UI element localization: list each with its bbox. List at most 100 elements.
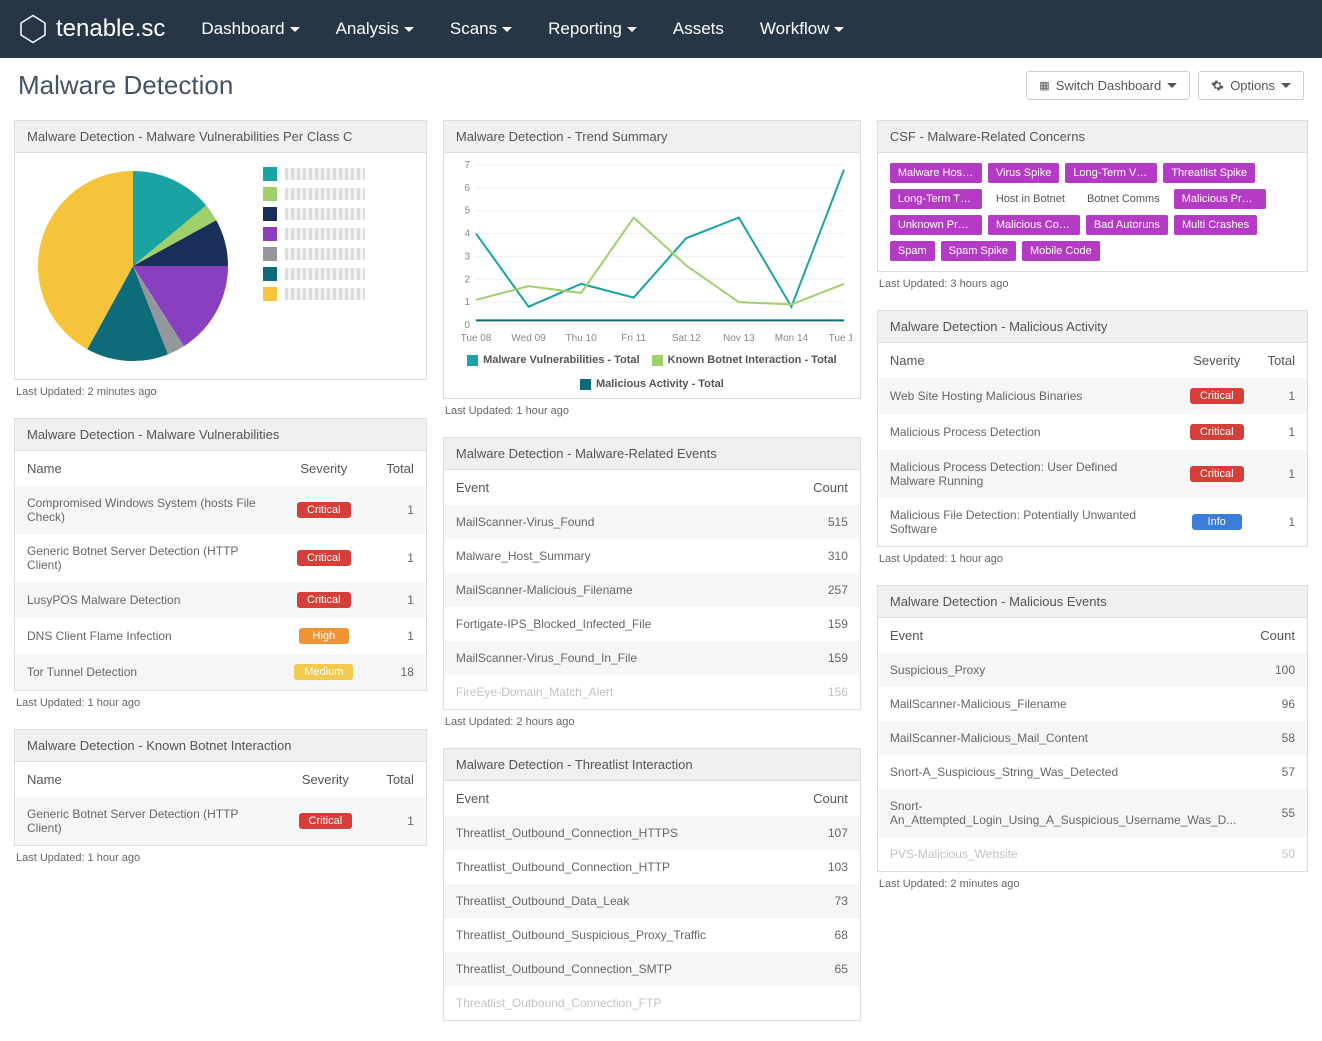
legend-item[interactable] (263, 267, 365, 281)
csf-matrix: Malware Host Summary Virus Spike Long-Term… (878, 153, 1307, 271)
chevron-down-icon (404, 27, 414, 32)
table-row[interactable]: FireEye-Domain_Match_Alert156 (444, 675, 860, 709)
trend-line-chart[interactable]: 01234567Tue 08Wed 09Thu 10Fri 11Sat 12No… (452, 157, 852, 347)
table-row[interactable]: PVS-Malicious_Website50 (878, 837, 1307, 871)
last-updated: Last Updated: 2 minutes ago (14, 380, 427, 402)
csf-cell[interactable]: Bad Autoruns (1086, 215, 1168, 235)
severity-badge: Critical (297, 502, 351, 518)
table-row[interactable]: Malicious File Detection: Potentially Un… (878, 498, 1307, 546)
severity-badge: Critical (1190, 388, 1244, 404)
vulnerabilities-table: NameSeverityTotalCompromised Windows Sys… (15, 451, 426, 690)
table-row[interactable]: MailScanner-Virus_Found515 (444, 505, 860, 539)
table-row[interactable]: MailScanner-Malicious_Filename96 (878, 687, 1307, 721)
panel-trend: Malware Detection - Trend Summary 012345… (443, 120, 861, 399)
last-updated: Last Updated: 2 minutes ago (877, 872, 1308, 894)
chevron-down-icon (1281, 83, 1291, 88)
table-row[interactable]: Snort-An_Attempted_Login_Using_A_Suspici… (878, 789, 1307, 837)
table-row[interactable]: MailScanner-Virus_Found_In_File159 (444, 641, 860, 675)
table-row[interactable]: Malware_Host_Summary310 (444, 539, 860, 573)
nav-assets[interactable]: Assets (673, 19, 724, 39)
csf-cell[interactable]: Long-Term Threatlist (890, 189, 982, 209)
pie-legend (263, 161, 365, 301)
trend-legend: Malware Vulnerabilities - Total Known Bot… (452, 354, 852, 390)
panel-malicious-events: Malware Detection - Malicious Events Eve… (877, 585, 1308, 872)
panel-title: Malware Detection - Trend Summary (444, 121, 860, 153)
nav-workflow[interactable]: Workflow (760, 19, 845, 39)
table-row[interactable]: Malicious Process Detection: User Define… (878, 450, 1307, 498)
table-row[interactable]: LusyPOS Malware DetectionCritical1 (15, 582, 426, 618)
last-updated: Last Updated: 1 hour ago (14, 691, 427, 713)
table-row[interactable]: MailScanner-Malicious_Filename257 (444, 573, 860, 607)
last-updated: Last Updated: 1 hour ago (443, 399, 861, 421)
table-row[interactable]: Generic Botnet Server Detection (HTTP Cl… (15, 534, 426, 582)
table-row[interactable]: Threatlist_Outbound_Connection_SMTP65 (444, 952, 860, 986)
switch-dashboard-button[interactable]: ▦ Switch Dashboard (1026, 71, 1190, 100)
brand-logo[interactable]: tenable.sc (18, 14, 165, 44)
csf-cell[interactable]: Spam (890, 241, 935, 261)
panel-botnet: Malware Detection - Known Botnet Interac… (14, 729, 427, 846)
last-updated: Last Updated: 3 hours ago (877, 272, 1308, 294)
legend-item[interactable] (263, 187, 365, 201)
csf-cell[interactable]: Threatlist Spike (1163, 163, 1255, 183)
severity-badge: Critical (297, 550, 351, 566)
panel-title: Malware Detection - Known Botnet Interac… (15, 730, 426, 762)
table-row[interactable]: Threatlist_Outbound_Data_Leak73 (444, 884, 860, 918)
panel-activity: Malware Detection - Malicious Activity N… (877, 310, 1308, 547)
csf-cell[interactable]: Multi Crashes (1174, 215, 1257, 235)
last-updated: Last Updated: 1 hour ago (14, 846, 427, 868)
legend-item[interactable]: Known Botnet Interaction - Total (652, 354, 837, 366)
table-row[interactable]: Suspicious_Proxy100 (878, 653, 1307, 687)
legend-item[interactable] (263, 247, 365, 261)
dashboard-grid: Malware Detection - Malware Vulnerabilit… (0, 120, 1322, 1041)
legend-item[interactable] (263, 287, 365, 301)
csf-cell[interactable]: Long-Term Virus (1065, 163, 1157, 183)
csf-cell[interactable]: Malicious Content (988, 215, 1080, 235)
table-row[interactable]: Fortigate-IPS_Blocked_Infected_File159 (444, 607, 860, 641)
table-row[interactable]: DNS Client Flame InfectionHigh1 (15, 618, 426, 654)
severity-badge: High (299, 628, 349, 644)
panel-title: Malware Detection - Malicious Events (878, 586, 1307, 618)
csf-cell[interactable]: Mobile Code (1022, 241, 1100, 261)
legend-item[interactable] (263, 167, 365, 181)
panel-title: CSF - Malware-Related Concerns (878, 121, 1307, 153)
table-row[interactable]: Threatlist_Outbound_Connection_HTTP103 (444, 850, 860, 884)
nav-scans[interactable]: Scans (450, 19, 512, 39)
legend-item[interactable] (263, 207, 365, 221)
table-row[interactable]: Threatlist_Outbound_Connection_FTP (444, 986, 860, 1020)
csf-cell[interactable]: Malware Host Summary (890, 163, 982, 183)
csf-cell[interactable]: Host in Botnet (988, 189, 1073, 209)
last-updated: Last Updated: 1 hour ago (877, 547, 1308, 569)
csf-cell[interactable]: Spam Spike (941, 241, 1016, 261)
svg-text:2: 2 (464, 274, 470, 285)
table-row[interactable]: Compromised Windows System (hosts File C… (15, 486, 426, 534)
svg-text:Nov 13: Nov 13 (723, 333, 755, 344)
svg-text:0: 0 (464, 320, 470, 331)
table-row[interactable]: Threatlist_Outbound_Suspicious_Proxy_Tra… (444, 918, 860, 952)
panel-title: Malware Detection - Malware-Related Even… (444, 438, 860, 470)
nav-analysis[interactable]: Analysis (336, 19, 414, 39)
csf-cell[interactable]: Unknown Process (890, 215, 982, 235)
legend-item[interactable]: Malicious Activity - Total (580, 378, 724, 390)
table-row[interactable]: Web Site Hosting Malicious BinariesCriti… (878, 378, 1307, 414)
main-nav: Dashboard Analysis Scans Reporting Assets Wor… (201, 19, 844, 39)
svg-text:Fri 11: Fri 11 (621, 333, 646, 344)
nav-reporting[interactable]: Reporting (548, 19, 637, 39)
malicious-events-table: EventCountSuspicious_Proxy100MailScanner… (878, 618, 1307, 871)
csf-cell[interactable]: Malicious Process (1174, 189, 1266, 209)
events-table: EventCountMailScanner-Virus_Found515Malw… (444, 470, 860, 709)
nav-dashboard[interactable]: Dashboard (201, 19, 299, 39)
table-row[interactable]: Tor Tunnel DetectionMedium18 (15, 654, 426, 690)
table-row[interactable]: Malicious Process DetectionCritical1 (878, 414, 1307, 450)
legend-item[interactable]: Malware Vulnerabilities - Total (467, 354, 639, 366)
page-title: Malware Detection (18, 70, 233, 101)
options-button[interactable]: Options (1198, 71, 1304, 100)
legend-item[interactable] (263, 227, 365, 241)
trend-series[interactable] (476, 218, 844, 305)
table-row[interactable]: MailScanner-Malicious_Mail_Content58 (878, 721, 1307, 755)
table-row[interactable]: Generic Botnet Server Detection (HTTP Cl… (15, 797, 426, 845)
pie-chart[interactable] (23, 161, 243, 371)
table-row[interactable]: Snort-A_Suspicious_String_Was_Detected57 (878, 755, 1307, 789)
csf-cell[interactable]: Virus Spike (988, 163, 1059, 183)
table-row[interactable]: Threatlist_Outbound_Connection_HTTPS107 (444, 816, 860, 850)
csf-cell[interactable]: Botnet Comms (1079, 189, 1168, 209)
